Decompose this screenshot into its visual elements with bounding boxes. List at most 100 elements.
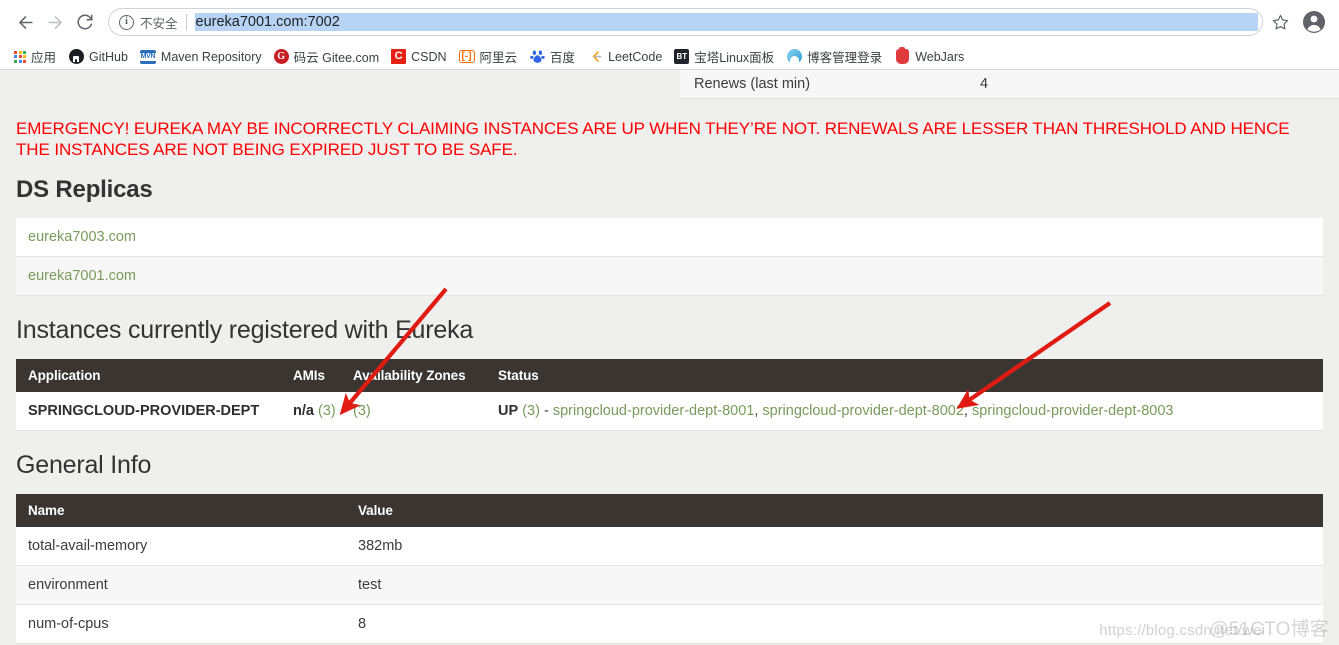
bookmark-csdn[interactable]: C CSDN xyxy=(385,46,452,68)
info-name: total-avail-memory xyxy=(16,527,346,566)
ds-replica-cell: eureka7003.com xyxy=(16,218,1323,257)
ds-replicas-heading: DS Replicas xyxy=(16,176,1323,204)
renews-last-min-label: Renews (last min) xyxy=(680,76,980,92)
bookmark-gitee[interactable]: G 码云 Gitee.com xyxy=(268,46,385,68)
status-dash: - xyxy=(544,403,549,419)
ami-value: n/a xyxy=(293,403,314,419)
info-name: environment xyxy=(16,566,346,605)
instance-link[interactable]: springcloud-provider-dept-8001 xyxy=(553,403,755,419)
info-circle-icon[interactable]: i xyxy=(119,15,134,30)
url-input[interactable]: eureka7001.com:7002 xyxy=(195,13,1258,31)
bookmark-label: CSDN xyxy=(411,50,446,64)
ds-replica-link[interactable]: eureka7001.com xyxy=(28,268,136,284)
bookmark-baidu[interactable]: 百度 xyxy=(523,46,581,68)
column-header-application: Application xyxy=(16,359,281,392)
bookmark-webjars[interactable]: WebJars xyxy=(888,46,970,68)
instance-amis: n/a (3) xyxy=(281,392,341,431)
zones-count: (3) xyxy=(353,403,371,419)
table-header-row: Name Value xyxy=(16,494,1323,527)
webjars-icon xyxy=(894,49,910,65)
instance-link[interactable]: springcloud-provider-dept-8002 xyxy=(762,403,964,419)
table-row: SPRINGCLOUD-PROVIDER-DEPT n/a (3) (3) UP… xyxy=(16,392,1323,431)
profile-avatar-icon[interactable] xyxy=(1301,9,1327,35)
instance-status: UP (3) - springcloud-provider-dept-8001,… xyxy=(486,392,1323,431)
bookmark-leetcode[interactable]: LeetCode xyxy=(581,46,668,68)
table-row: Renews (last min) 4 xyxy=(680,70,1339,99)
column-header-availability-zones: Availability Zones xyxy=(341,359,486,392)
table-row: eureka7003.com xyxy=(16,218,1323,257)
bookmark-label: LeetCode xyxy=(608,50,662,64)
status-table-partial: Renews (last min) 4 xyxy=(680,70,1339,99)
bookmark-label: 博客管理登录 xyxy=(807,47,882,66)
instances-table: Application AMIs Availability Zones Stat… xyxy=(16,359,1323,431)
info-value: 8 xyxy=(346,605,1323,644)
table-row: num-of-cpus 8 xyxy=(16,605,1323,644)
column-header-status: Status xyxy=(486,359,1323,392)
bookmark-maven-repository[interactable]: MVN Maven Repository xyxy=(134,46,268,68)
security-status-label: 不安全 xyxy=(140,13,178,32)
instances-heading: Instances currently registered with Eure… xyxy=(16,316,1323,345)
status-badge: UP xyxy=(498,403,518,419)
bookmark-label: 应用 xyxy=(31,47,56,66)
maven-icon: MVN xyxy=(140,50,156,64)
table-row: eureka7001.com xyxy=(16,257,1323,296)
gitee-icon: G xyxy=(274,49,289,64)
info-name: num-of-cpus xyxy=(16,605,346,644)
list-separator: , xyxy=(964,403,968,419)
bt-panel-icon: BT xyxy=(674,49,689,64)
ds-replica-link[interactable]: eureka7003.com xyxy=(28,229,136,245)
address-bar[interactable]: i 不安全 eureka7001.com:7002 xyxy=(108,8,1263,36)
aliyun-icon: [-] xyxy=(459,50,475,63)
column-header-amis: AMIs xyxy=(281,359,341,392)
instance-application-name: SPRINGCLOUD-PROVIDER-DEPT xyxy=(16,392,281,431)
bookmark-aliyun[interactable]: [-] 阿里云 xyxy=(453,46,524,68)
instance-link[interactable]: springcloud-provider-dept-8003 xyxy=(972,403,1174,419)
forward-arrow-icon[interactable] xyxy=(40,7,70,37)
ami-count: (3) xyxy=(318,403,336,419)
ds-replicas-table: eureka7003.com eureka7001.com xyxy=(16,218,1323,296)
renews-last-min-value: 4 xyxy=(980,76,988,92)
apps-grid-icon xyxy=(14,51,26,63)
bookmark-label: WebJars xyxy=(915,50,964,64)
bookmark-apps[interactable]: 应用 xyxy=(8,46,62,68)
column-header-value: Value xyxy=(346,494,1323,527)
ds-replica-cell: eureka7001.com xyxy=(16,257,1323,296)
omnibox-divider xyxy=(186,14,187,30)
browser-toolbar: i 不安全 eureka7001.com:7002 xyxy=(0,0,1339,44)
bookmark-label: 码云 Gitee.com xyxy=(294,47,379,66)
csdn-icon: C xyxy=(391,49,406,64)
info-value: 382mb xyxy=(346,527,1323,566)
bookmark-label: 宝塔Linux面板 xyxy=(694,47,774,66)
bookmark-label: 阿里云 xyxy=(480,47,518,66)
status-count: (3) xyxy=(522,403,540,419)
main-content: EMERGENCY! EUREKA MAY BE INCORRECTLY CLA… xyxy=(0,119,1339,645)
general-info-table: Name Value total-avail-memory 382mb envi… xyxy=(16,494,1323,644)
table-header-row: Application AMIs Availability Zones Stat… xyxy=(16,359,1323,392)
blog-admin-icon xyxy=(786,49,802,65)
bookmark-label: Maven Repository xyxy=(161,50,262,64)
github-icon xyxy=(68,49,84,65)
bookmark-label: 百度 xyxy=(550,47,575,66)
browser-window: i 不安全 eureka7001.com:7002 应用 xyxy=(0,0,1339,645)
page-content: Renews (last min) 4 EMERGENCY! EUREKA MA… xyxy=(0,70,1339,645)
browser-chrome: i 不安全 eureka7001.com:7002 应用 xyxy=(0,0,1339,70)
table-row: environment test xyxy=(16,566,1323,605)
bookmark-github[interactable]: GitHub xyxy=(62,46,134,68)
star-icon[interactable] xyxy=(1267,9,1293,35)
bookmark-label: GitHub xyxy=(89,50,128,64)
column-header-name: Name xyxy=(16,494,346,527)
application-label: SPRINGCLOUD-PROVIDER-DEPT xyxy=(28,403,259,419)
baidu-icon xyxy=(529,49,545,65)
table-row: total-avail-memory 382mb xyxy=(16,527,1323,566)
bookmark-bt-panel[interactable]: BT 宝塔Linux面板 xyxy=(668,46,780,68)
emergency-warning-message: EMERGENCY! EUREKA MAY BE INCORRECTLY CLA… xyxy=(16,119,1323,160)
back-arrow-icon[interactable] xyxy=(10,7,40,37)
leetcode-icon xyxy=(587,49,603,65)
info-value: test xyxy=(346,566,1323,605)
bookmarks-bar: 应用 GitHub MVN Maven Repository G 码云 Gite… xyxy=(0,44,1339,69)
instance-availability-zones: (3) xyxy=(341,392,486,431)
general-info-heading: General Info xyxy=(16,451,1323,480)
reload-icon[interactable] xyxy=(70,7,100,37)
bookmark-blog-admin[interactable]: 博客管理登录 xyxy=(780,46,888,68)
list-separator: , xyxy=(754,403,758,419)
